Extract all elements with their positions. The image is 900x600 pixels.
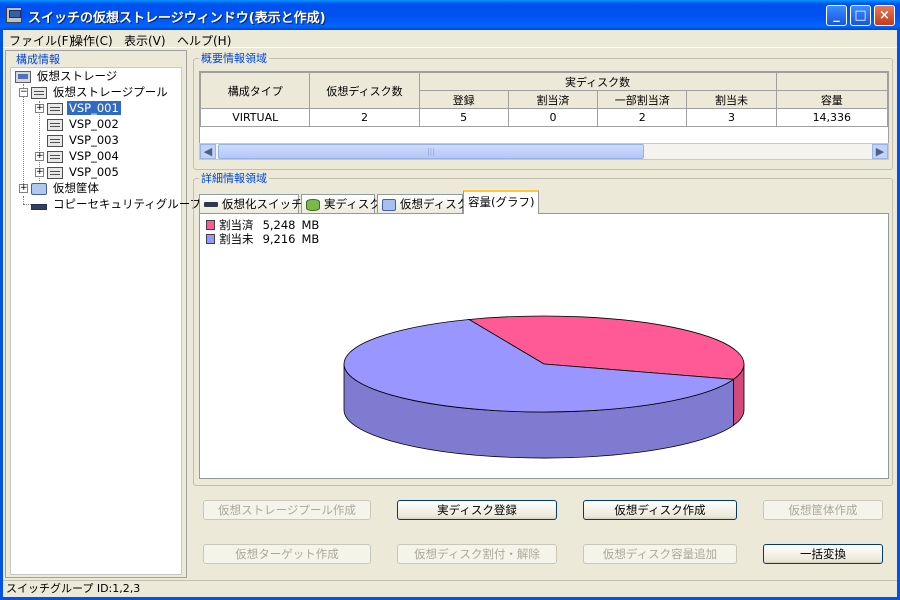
cell-capacity: 14,336 [775, 108, 888, 127]
tree-item-copy-group[interactable]: コピーセキュリティグループ [31, 196, 203, 212]
tab-capacity-graph[interactable]: 容量(グラフ) [463, 190, 539, 214]
legend-swatch [206, 234, 215, 244]
tree-connector [23, 196, 24, 204]
legend-label: 割当済 [219, 218, 254, 232]
expand-icon[interactable]: + [35, 104, 44, 113]
expand-icon[interactable]: + [19, 184, 28, 193]
legend-swatch [206, 220, 215, 230]
create-pool-button[interactable]: 仮想ストレージプール作成 [203, 500, 371, 520]
status-bar: スイッチグループ ID:1,2,3 [3, 580, 897, 597]
legend-value: 9,216 [262, 232, 296, 246]
horizontal-scrollbar[interactable]: ◀ ||| ▶ [199, 143, 889, 160]
tab-virtual-disk[interactable]: 仮想ディスク [377, 194, 468, 214]
pool-icon [31, 86, 47, 99]
collapse-icon[interactable]: − [19, 88, 28, 97]
summary-table-area: 構成タイプ 仮想ディスク数 実ディスク数 登録 割当済 一部割当済 割当未 容量… [199, 71, 889, 145]
copy-group-icon [31, 203, 47, 210]
cell-vdisk-count: 2 [309, 108, 420, 127]
menu-bar: ファイル(F) 操作(C) 表示(V) ヘルプ(H) [3, 30, 897, 48]
minimize-button[interactable]: _ [826, 5, 847, 26]
main-panel: 概要情報領域 構成タイプ 仮想ディスク数 実ディスク数 登録 割当済 一部割当済… [191, 50, 895, 578]
vsp-icon [47, 166, 63, 179]
menu-help[interactable]: ヘルプ(H) [177, 32, 231, 49]
title-bar[interactable]: スイッチの仮想ストレージウィンドウ(表示と作成) _ □ × [0, 0, 900, 30]
config-info-label: 構成情報 [14, 51, 62, 67]
capacity-pie-chart [343, 315, 745, 459]
tree-item-vsp[interactable]: VSP_003 [47, 132, 121, 148]
tree-item-vsp[interactable]: VSP_004 [47, 148, 121, 164]
cell-partial: 2 [597, 108, 688, 127]
expand-icon[interactable]: + [35, 168, 44, 177]
header-config-type: 構成タイプ [200, 72, 311, 109]
config-info-panel: 構成情報 仮想ストレージ − 仮想ストレージプール + VSP_001 VSP_… [5, 50, 201, 578]
legend-value: 5,248 [262, 218, 296, 232]
tree-item-vsp[interactable]: VSP_005 [47, 164, 121, 180]
capacity-graph-pane: 割当済 5,248 MB 割当未 9,216 MB [199, 213, 889, 479]
cell-registered: 5 [418, 108, 509, 127]
header-capacity: 容量 [775, 90, 888, 109]
header-unallocated: 割当未 [686, 90, 777, 109]
tab-real-disk[interactable]: 実ディスク [301, 194, 381, 214]
expand-icon[interactable]: + [35, 152, 44, 161]
legend-item-allocated: 割当済 5,248 MB [206, 218, 319, 232]
disk-icon [306, 198, 320, 211]
window-title: スイッチの仮想ストレージウィンドウ(表示と作成) [28, 11, 326, 26]
vsp-icon [47, 150, 63, 163]
header-allocated: 割当済 [507, 90, 599, 109]
switch-icon [204, 202, 218, 207]
summary-table: 構成タイプ 仮想ディスク数 実ディスク数 登録 割当済 一部割当済 割当未 容量… [200, 72, 888, 127]
storage-icon [15, 70, 31, 83]
register-real-disk-button[interactable]: 実ディスク登録 [397, 500, 557, 520]
config-tree[interactable]: 仮想ストレージ − 仮想ストレージプール + VSP_001 VSP_002 V… [10, 67, 201, 575]
add-capacity-button[interactable]: 仮想ディスク容量追加 [583, 544, 737, 564]
chart-legend: 割当済 5,248 MB 割当未 9,216 MB [206, 218, 319, 246]
table-row[interactable]: VIRTUAL 2 5 0 2 3 14,336 [200, 108, 888, 127]
tree-item-chassis[interactable]: 仮想筐体 [31, 180, 101, 196]
tree-item-pool[interactable]: 仮想ストレージプール [31, 84, 170, 100]
cell-unallocated: 3 [686, 108, 777, 127]
legend-item-unallocated: 割当未 9,216 MB [206, 232, 319, 246]
maximize-button[interactable]: □ [850, 5, 871, 26]
app-icon [6, 7, 22, 23]
assign-virtual-disk-button[interactable]: 仮想ディスク割付・解除 [397, 544, 557, 564]
menu-operation[interactable]: 操作(C) [71, 32, 113, 49]
batch-convert-button[interactable]: 一括変換 [763, 544, 883, 564]
vsp-icon [47, 134, 63, 147]
legend-unit: MB [301, 218, 320, 232]
create-target-button[interactable]: 仮想ターゲット作成 [203, 544, 371, 564]
header-registered: 登録 [418, 90, 509, 109]
summary-label: 概要情報領域 [199, 50, 269, 66]
legend-label: 割当未 [219, 232, 254, 246]
chassis-icon [31, 182, 47, 195]
create-chassis-button[interactable]: 仮想筐体作成 [763, 500, 883, 520]
detail-label: 詳細情報領域 [199, 170, 269, 186]
menu-view[interactable]: 表示(V) [124, 32, 166, 49]
close-button[interactable]: × [874, 5, 895, 26]
app-window: スイッチの仮想ストレージウィンドウ(表示と作成) _ □ × ファイル(F) 操… [0, 0, 900, 600]
header-blank [775, 72, 888, 91]
tree-item-vsp[interactable]: VSP_001 [47, 100, 122, 116]
tab-virtualization-switch[interactable]: 仮想化スイッチ [199, 194, 303, 214]
cell-config-type: VIRTUAL [200, 108, 311, 127]
tree-item-vsp[interactable]: VSP_002 [47, 116, 121, 132]
scroll-left-icon[interactable]: ◀ [200, 144, 216, 159]
header-partial: 一部割当済 [597, 90, 688, 109]
create-virtual-disk-button[interactable]: 仮想ディスク作成 [583, 500, 737, 520]
tree-item-virtual-storage[interactable]: 仮想ストレージ [15, 68, 119, 84]
scroll-thumb[interactable]: ||| [218, 144, 644, 159]
menu-file[interactable]: ファイル(F) [9, 32, 73, 49]
header-real-disk-count: 実ディスク数 [418, 72, 777, 91]
scroll-right-icon[interactable]: ▶ [872, 144, 888, 159]
legend-unit: MB [301, 232, 320, 246]
tree-connector [23, 84, 24, 188]
virtual-disk-icon [382, 198, 396, 211]
vsp-icon [47, 102, 63, 115]
vsp-icon [47, 118, 63, 131]
cell-allocated: 0 [507, 108, 599, 127]
header-vdisk-count: 仮想ディスク数 [309, 72, 420, 109]
